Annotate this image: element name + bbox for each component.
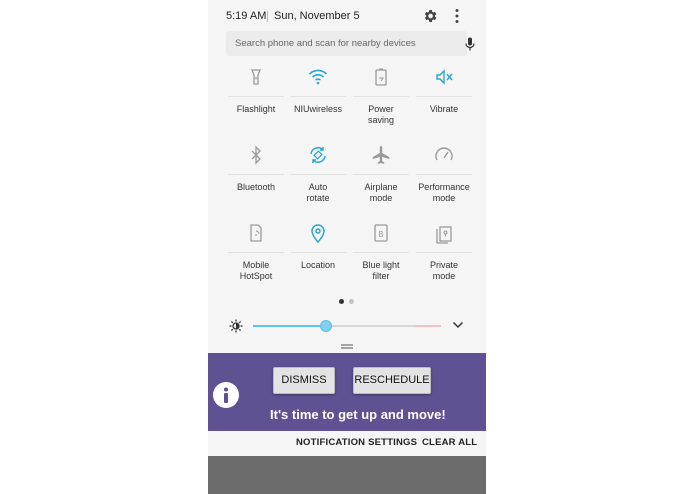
tile-bluetooth[interactable]: Bluetooth — [226, 138, 286, 214]
tile-divider — [353, 252, 409, 253]
tile-location[interactable]: Location — [288, 216, 348, 292]
date: Sun, November 5 — [274, 10, 360, 22]
notification-card[interactable]: DISMISS RESCHEDULE It's time to get up a… — [208, 353, 486, 431]
rotate-icon — [310, 147, 326, 163]
tile-auto-rotate[interactable]: Auto rotate — [288, 138, 348, 214]
clock: 5:19 AM — [226, 10, 267, 22]
gear-icon[interactable] — [422, 8, 438, 24]
tile-divider — [228, 252, 284, 253]
tile-blue-light-filter[interactable]: B Blue light filter — [351, 216, 411, 292]
tile-label: Power saving — [367, 104, 394, 125]
hotspot-icon — [250, 224, 262, 242]
brightness-slider-fill — [253, 325, 327, 327]
drag-handle-icon[interactable] — [341, 344, 353, 349]
tile-flashlight[interactable]: Flashlight — [226, 60, 286, 136]
tile-label: Vibrate — [429, 104, 459, 114]
tile-label: Auto rotate — [306, 182, 330, 203]
brightness-slider-thumb[interactable] — [320, 320, 333, 332]
private-mode-icon — [436, 226, 452, 244]
page-dot-active[interactable] — [339, 299, 344, 304]
location-icon — [311, 224, 325, 244]
reschedule-button[interactable]: RESCHEDULE — [353, 367, 431, 394]
tile-private-mode[interactable]: Private mode — [414, 216, 474, 292]
tile-airplane-mode[interactable]: Airplane mode — [351, 138, 411, 214]
vibrate-icon — [436, 69, 453, 85]
tile-divider — [290, 252, 346, 253]
battery-icon — [375, 68, 387, 86]
notification-settings-button[interactable]: NOTIFICATION SETTINGS — [296, 437, 417, 448]
tile-wifi[interactable]: NIUwireless — [288, 60, 348, 136]
tile-label: Mobile HotSpot — [239, 260, 273, 281]
tile-label: Airplane mode — [364, 182, 398, 203]
tile-divider — [416, 252, 472, 253]
speedometer-icon — [435, 147, 453, 161]
quick-settings-panel: 5:19 AM Sun, November 5 Search phone and… — [208, 0, 486, 494]
chevron-down-icon[interactable] — [452, 320, 464, 330]
brightness-icon[interactable] — [229, 319, 243, 333]
tile-divider — [290, 96, 346, 97]
tile-divider — [353, 96, 409, 97]
bluetooth-icon — [251, 145, 261, 165]
tile-divider — [353, 174, 409, 175]
notification-message: It's time to get up and move! — [270, 407, 446, 422]
search-placeholder[interactable]: Search phone and scan for nearby devices — [235, 38, 416, 49]
divider — [267, 11, 268, 22]
status-bar: 5:19 AM Sun, November 5 — [208, 0, 486, 32]
blue-light-icon: B — [374, 224, 388, 242]
airplane-icon — [372, 146, 390, 164]
notification-actions-bar: NOTIFICATION SETTINGS CLEAR ALL — [208, 431, 486, 456]
tile-divider — [416, 96, 472, 97]
svg-text:B: B — [378, 230, 384, 239]
tile-performance-mode[interactable]: Performance mode — [414, 138, 474, 214]
tile-label: Location — [300, 260, 336, 270]
brightness-slider[interactable] — [253, 320, 441, 332]
tile-label: Blue light filter — [362, 260, 400, 281]
wifi-icon — [308, 69, 328, 85]
kebab-menu-icon[interactable] — [452, 8, 462, 24]
tile-divider — [228, 96, 284, 97]
flashlight-icon — [251, 69, 261, 85]
tile-label: NIUwireless — [293, 104, 342, 114]
tile-mobile-hotspot[interactable]: Mobile HotSpot — [226, 216, 286, 292]
tile-vibrate[interactable]: Vibrate — [414, 60, 474, 136]
tile-divider — [416, 174, 472, 175]
tile-power-saving[interactable]: Power saving — [351, 60, 411, 136]
background-screen — [208, 456, 486, 494]
tile-label: Private mode — [429, 260, 458, 281]
page-dot[interactable] — [349, 299, 354, 304]
microphone-icon[interactable] — [465, 37, 475, 51]
tile-label: Flashlight — [236, 104, 276, 114]
clear-all-button[interactable]: CLEAR ALL — [422, 437, 477, 448]
info-icon — [213, 382, 239, 408]
tile-label: Performance mode — [418, 182, 470, 203]
brightness-slider-end — [415, 325, 441, 327]
dismiss-button[interactable]: DISMISS — [273, 367, 335, 394]
tile-divider — [228, 174, 284, 175]
search-bar[interactable]: Search phone and scan for nearby devices — [226, 31, 475, 56]
tile-label: Bluetooth — [236, 182, 276, 192]
tile-divider — [290, 174, 346, 175]
